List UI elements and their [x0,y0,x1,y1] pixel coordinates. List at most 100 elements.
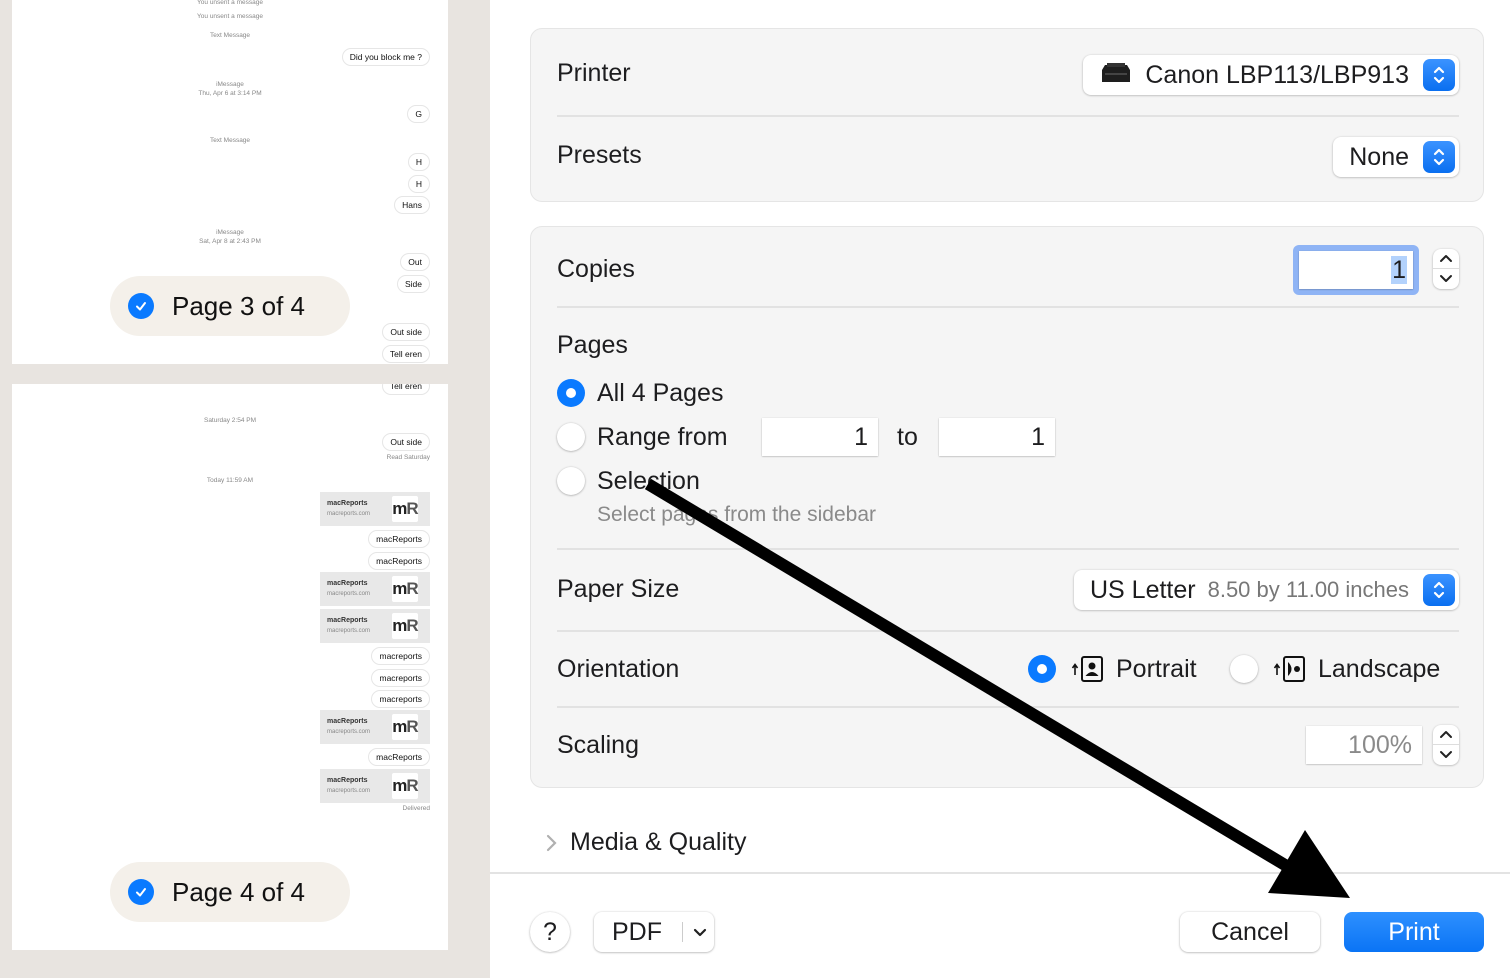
page-thumbnail-3[interactable]: You unsent a message You unsent a messag… [12,0,448,364]
media-quality-disclosure[interactable]: Media & Quality [544,828,746,857]
message-bubble: Tell eren [381,384,430,395]
portrait-label: Portrait [1116,655,1197,683]
macreports-logo-icon: mR [392,613,419,639]
macreports-logo-icon: mR [392,496,419,522]
scaling-stepper[interactable] [1433,725,1459,765]
checkmark-icon[interactable] [128,293,154,319]
divider [682,922,683,942]
printer-settings-card: Printer Canon LBP113/LBP913 Presets None [530,28,1484,202]
copies-input[interactable]: 1 [1299,251,1413,289]
macreports-logo-icon: mR [392,714,419,740]
link-title: macReports [327,500,368,507]
message-bubble: macReports [368,748,430,766]
all-pages-label: All 4 Pages [597,379,724,407]
all-pages-radio[interactable] [557,379,585,407]
page-label: Page 3 of 4 [172,290,305,321]
message-bubble: H [407,175,430,193]
message-bubble: Out side [382,323,430,341]
print-dialog: Printer Canon LBP113/LBP913 Presets None… [490,0,1510,978]
print-options-card: Copies 1 Pages All 4 Pages Range from 1 … [530,226,1484,788]
system-note: You unsent a message [197,0,263,6]
selection-label: Selection [597,467,700,495]
landscape-label: Landscape [1318,655,1441,683]
message-bubble: H [407,153,430,171]
range-from-input[interactable]: 1 [762,418,878,456]
divider [557,706,1459,708]
message-bubble: Side [396,275,430,293]
page-3-select-pill[interactable]: Page 3 of 4 [110,276,350,336]
help-button[interactable]: ? [530,912,570,952]
message-bubble: macreports [371,669,430,687]
orientation-label: Orientation [557,655,680,683]
paper-size-label: Paper Size [557,575,680,603]
presets-label: Presets [557,141,642,169]
pages-label: Pages [557,331,628,359]
printer-icon [1099,61,1133,90]
divider [557,630,1459,632]
message-bubble: macReports [368,552,430,570]
link-preview: macReports macreports.com mR [320,572,430,606]
link-preview: macReports macreports.com mR [320,710,430,744]
landscape-radio[interactable] [1230,655,1258,683]
presets-select[interactable]: None [1333,137,1459,177]
timestamp: Thu, Apr 6 at 3:14 PM [198,90,262,97]
message-bubble: Hans [394,196,430,214]
print-button[interactable]: Print [1344,912,1484,952]
service-label: Text Message [209,137,251,144]
selection-hint: Select pages from the sidebar [597,503,876,526]
macreports-logo-icon: mR [392,576,419,602]
checkmark-icon[interactable] [128,879,154,905]
page-label: Page 4 of 4 [172,876,305,907]
divider [557,115,1459,117]
landscape-icon [1273,655,1309,688]
divider [557,306,1459,308]
message-bubble: Out side [382,433,430,451]
printer-label: Printer [557,59,631,87]
message-bubble: macreports [371,647,430,665]
service-label: iMessage [216,229,244,236]
message-bubble: macreports [371,690,430,708]
cancel-button[interactable]: Cancel [1180,912,1320,952]
system-note: You unsent a message [197,13,263,20]
portrait-radio[interactable] [1028,655,1056,683]
popup-arrows-icon [1423,59,1455,91]
scaling-input[interactable]: 100% [1306,726,1422,764]
timestamp: Today 11:59 AM [206,477,254,484]
range-from-label: Range from [597,423,728,451]
message-bubble: Tell eren [381,345,430,363]
range-to-input[interactable]: 1 [939,418,1055,456]
message-bubble: macReports [368,530,430,548]
pdf-menu-button[interactable]: PDF [594,912,714,952]
timestamp: Saturday 2:54 PM [203,417,257,424]
scaling-label: Scaling [557,731,639,759]
range-to-label: to [897,423,918,451]
service-label: Text Message [209,32,251,39]
link-preview: macReports macreports.com mR [320,609,430,643]
page-thumbnail-4[interactable]: Tell eren Saturday 2:54 PM Out side Read… [12,384,448,950]
footer-divider [490,872,1510,874]
popup-arrows-icon [1423,574,1455,606]
paper-size-select[interactable]: US Letter 8.50 by 11.00 inches [1073,570,1459,610]
page-4-select-pill[interactable]: Page 4 of 4 [110,862,350,922]
message-bubble: G [407,105,430,123]
page-thumbnails-sidebar: You unsent a message You unsent a messag… [0,0,490,978]
message-bubble: Out [400,253,430,271]
chevron-down-icon [693,928,707,937]
printer-select[interactable]: Canon LBP113/LBP913 [1083,55,1459,95]
message-bubble: Did you block me ? [341,48,430,66]
timestamp: Sat, Apr 8 at 2:43 PM [199,238,261,245]
link-preview: macReports macreports.com mR [320,769,430,803]
range-radio[interactable] [557,423,585,451]
macreports-logo-icon: mR [392,773,419,799]
portrait-icon [1071,655,1107,688]
copies-stepper[interactable] [1433,249,1459,289]
popup-arrows-icon [1423,141,1455,173]
link-url: macreports.com [327,511,371,517]
link-preview: macReports macreports.com mR [320,492,430,526]
chevron-right-icon [546,834,557,851]
divider [557,548,1459,550]
service-label: iMessage [216,81,244,88]
selection-radio[interactable] [557,467,585,495]
copies-label: Copies [557,255,635,283]
read-status: Read Saturday [386,454,430,461]
